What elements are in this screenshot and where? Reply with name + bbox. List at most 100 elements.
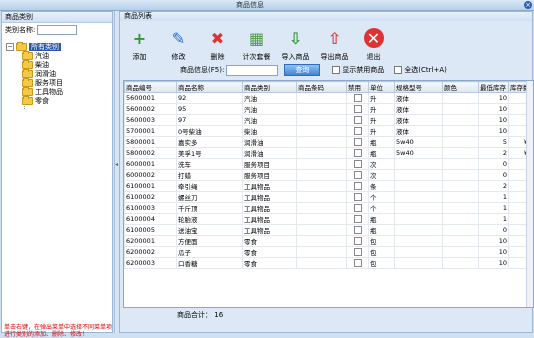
show-disabled-checkbox[interactable]: 显示禁用商品 xyxy=(332,65,384,75)
table-row[interactable]: 6100005送油宝工具物品瓶0¥ xyxy=(124,224,533,236)
table-cell: 包 xyxy=(368,246,395,258)
disabled-cell xyxy=(346,147,369,159)
disabled-checkbox[interactable] xyxy=(353,193,362,201)
table-cell: 润滑油 xyxy=(242,136,297,148)
table-cell: 次 xyxy=(368,158,395,170)
column-header[interactable]: 商品名称 xyxy=(176,81,243,93)
table-row[interactable]: 6200003口香糖零食包10¥ xyxy=(124,257,533,269)
disabled-checkbox[interactable] xyxy=(353,171,362,179)
add-button[interactable]: + 添加 xyxy=(124,24,155,68)
disabled-checkbox[interactable] xyxy=(353,94,362,102)
collapse-icon[interactable]: − xyxy=(6,42,14,51)
column-header[interactable]: 颜色 xyxy=(442,81,479,93)
table-cell: 打蜡 xyxy=(176,169,243,181)
table-cell xyxy=(442,213,479,225)
product-table: 商品编号 商品名称 商品类别 商品条码 禁用 单位 规格型号 颜色 最低库存 库存数 560000… xyxy=(123,80,534,308)
table-row[interactable]: 5800001嘉实多润滑油瓶5w405¥1 xyxy=(124,136,533,148)
table-scrollbar[interactable] xyxy=(526,81,533,307)
table-row[interactable]: 560000397汽油升液体10¥ xyxy=(124,114,533,126)
calc-package-button[interactable]: ▦ 计次套餐 xyxy=(241,24,272,68)
folder-icon xyxy=(16,41,27,51)
close-icon[interactable]: × xyxy=(524,1,532,9)
table-row[interactable]: 6200002瓜子零食包10¥ xyxy=(124,246,533,258)
table-row[interactable]: 6100001牵引绳工具物品条2¥ xyxy=(124,180,533,192)
table-cell: 5600003 xyxy=(124,114,177,126)
table-cell: 服务项目 xyxy=(242,169,297,181)
disabled-cell xyxy=(346,169,369,181)
disabled-checkbox[interactable] xyxy=(353,237,362,245)
add-button-label: 添加 xyxy=(132,53,147,61)
table-cell xyxy=(442,114,479,126)
product-search-input[interactable] xyxy=(226,64,279,76)
export-button[interactable]: ⇧ 导出商品 xyxy=(319,24,350,68)
table-cell: 10 xyxy=(478,246,509,258)
table-cell xyxy=(296,169,347,181)
tree-root-label: 所有类别 xyxy=(29,42,61,51)
disabled-checkbox[interactable] xyxy=(353,116,362,124)
query-button[interactable]: 查询 xyxy=(284,64,321,76)
disabled-checkbox[interactable] xyxy=(353,160,362,168)
table-row[interactable]: 560000192汽油升液体10¥ xyxy=(124,92,533,104)
table-cell: 轮胎液 xyxy=(176,213,243,225)
table-row[interactable]: 6000001洗车服务项目次0¥ xyxy=(124,158,533,170)
disabled-checkbox[interactable] xyxy=(353,259,362,267)
table-row[interactable]: 5800002美孚1号润滑油瓶5w402¥1 xyxy=(124,147,533,159)
table-cell: 瓜子 xyxy=(176,246,243,258)
disabled-checkbox[interactable] xyxy=(353,226,362,234)
table-cell xyxy=(296,235,347,247)
table-cell: 95 xyxy=(176,103,243,115)
disabled-checkbox[interactable] xyxy=(353,149,362,157)
table-row[interactable]: 6000002打蜡服务项目次0¥ xyxy=(124,169,533,181)
column-header[interactable]: 商品编号 xyxy=(124,81,177,93)
tree-item-snacks[interactable]: 零食 xyxy=(22,95,110,105)
table-cell: 1 xyxy=(478,213,509,225)
column-header[interactable]: 单位 xyxy=(368,81,395,93)
total-label: 商品合计： xyxy=(177,311,212,319)
delete-button[interactable]: ✖ 删除 xyxy=(202,24,233,68)
table-cell xyxy=(296,147,347,159)
column-header[interactable]: 规格型号 xyxy=(394,81,443,93)
tree-root[interactable]: − 所有类别 xyxy=(6,41,110,51)
category-search-label: 类别名称: xyxy=(5,25,36,34)
import-button-label: 导入商品 xyxy=(281,53,310,61)
disabled-checkbox[interactable] xyxy=(353,204,362,212)
table-cell: 6200002 xyxy=(124,246,177,258)
category-search-input[interactable] xyxy=(37,24,78,35)
table-row[interactable]: 6100002螺丝刀工具物品个1¥ xyxy=(124,191,533,203)
table-cell: 液体 xyxy=(394,103,443,115)
exit-button[interactable]: ✕ 退出 xyxy=(358,24,389,68)
table-cell xyxy=(394,202,443,214)
table-cell xyxy=(394,246,443,258)
table-cell: 包 xyxy=(368,257,395,269)
table-cell xyxy=(296,180,347,192)
edit-button-label: 修改 xyxy=(171,53,186,61)
edit-button[interactable]: ✎ 修改 xyxy=(163,24,194,68)
collapse-arrow-icon[interactable]: ◂ xyxy=(115,161,118,168)
table-row[interactable]: 57000010号柴油柴油升液体10¥ xyxy=(124,125,533,137)
table-cell xyxy=(296,136,347,148)
table-cell xyxy=(296,213,347,225)
folder-icon xyxy=(22,95,33,105)
table-cell xyxy=(394,235,443,247)
column-header[interactable]: 商品类别 xyxy=(242,81,297,93)
disabled-checkbox[interactable] xyxy=(353,182,362,190)
usage-hint: 单击右键，在弹出菜单中选择不同菜单项进行类别的添加、删除、修改！ xyxy=(4,324,113,338)
total-value: 16 xyxy=(214,311,224,319)
column-header[interactable]: 商品条码 xyxy=(296,81,347,93)
disabled-checkbox[interactable] xyxy=(353,248,362,256)
table-cell: 6100002 xyxy=(124,191,177,203)
table-cell: 6000002 xyxy=(124,169,177,181)
disabled-checkbox[interactable] xyxy=(353,105,362,113)
import-button[interactable]: ⇩ 导入商品 xyxy=(280,24,311,68)
disabled-checkbox[interactable] xyxy=(353,215,362,223)
select-all-checkbox[interactable]: 全选(Ctrl+A) xyxy=(394,65,447,75)
table-row[interactable]: 6100004轮胎液工具物品瓶1¥ xyxy=(124,213,533,225)
column-header[interactable]: 禁用 xyxy=(346,81,369,93)
column-header[interactable]: 最低库存 xyxy=(478,81,509,93)
table-cell: 工具物品 xyxy=(242,180,297,192)
disabled-checkbox[interactable] xyxy=(353,138,362,146)
table-row[interactable]: 560000295汽油升液体10¥ xyxy=(124,103,533,115)
table-row[interactable]: 6100003千斤顶工具物品个1¥ xyxy=(124,202,533,214)
table-row[interactable]: 6200001方便面零食包10¥ xyxy=(124,235,533,247)
disabled-checkbox[interactable] xyxy=(353,127,362,135)
